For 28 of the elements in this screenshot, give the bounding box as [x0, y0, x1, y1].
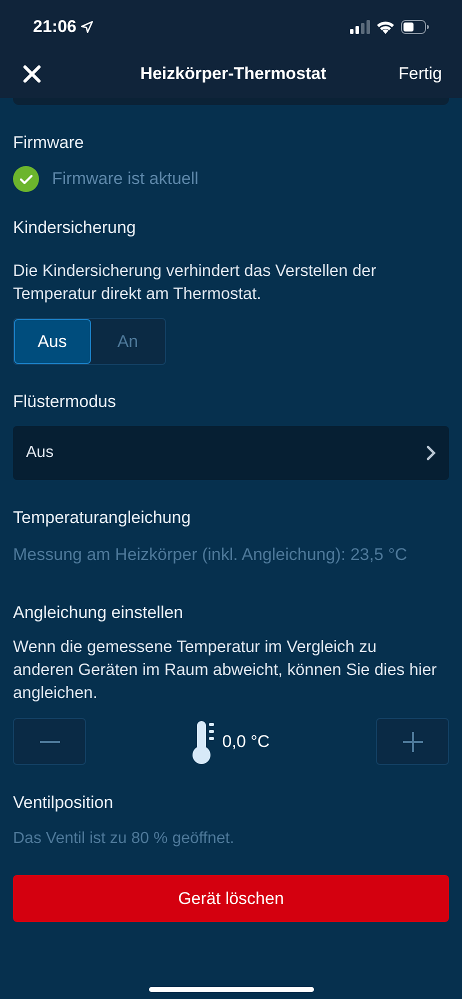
offset-value: 0,0 °C	[222, 730, 270, 753]
whisper-mode-select[interactable]: Aus	[13, 426, 449, 480]
plus-icon	[402, 732, 422, 752]
measurement-text: Messung am Heizkörper (inkl. Angleichung): 23,5 °C	[13, 544, 408, 566]
section-heading: Angleichung einstellen	[13, 602, 184, 624]
segment-option[interactable]: Aus	[14, 319, 90, 364]
section-heading: Ventilposition	[13, 792, 114, 814]
section-heading: Flüstermodus	[13, 391, 117, 413]
firmware-status: Firmware ist aktuell	[52, 168, 198, 190]
increase-button[interactable]	[376, 718, 449, 765]
section-heading: Firmware	[13, 132, 85, 154]
done-button[interactable]: Fertig	[398, 61, 442, 87]
close-icon	[23, 65, 41, 83]
battery-icon	[401, 20, 429, 34]
child-lock-description: Die Kindersicherung verhindert das Verstellen der Temperatur direkt am Thermostat.	[13, 261, 378, 305]
minus-icon	[40, 740, 60, 742]
thermometer-icon	[192, 718, 216, 764]
valve-text: Das Ventil ist zu 80 % geöffnet.	[13, 829, 236, 849]
status-time: 21:06	[33, 16, 76, 38]
wifi-icon	[376, 20, 395, 34]
signal-icon	[350, 20, 370, 34]
location-arrow-icon	[80, 20, 94, 34]
section-heading: Kindersicherung	[13, 217, 137, 239]
delete-device-button[interactable]: Gerät löschen	[13, 875, 449, 922]
section-heading: Temperaturangleichung	[13, 507, 192, 529]
screen-title: Heizkörper-Thermostat	[140, 63, 326, 86]
chevron-right-icon	[426, 445, 436, 461]
offset-description: Wenn die gemessene Temperatur im Vergleich zu anderen Geräten im Raum abweicht, können Sie dies hier angleichen.	[13, 637, 438, 704]
